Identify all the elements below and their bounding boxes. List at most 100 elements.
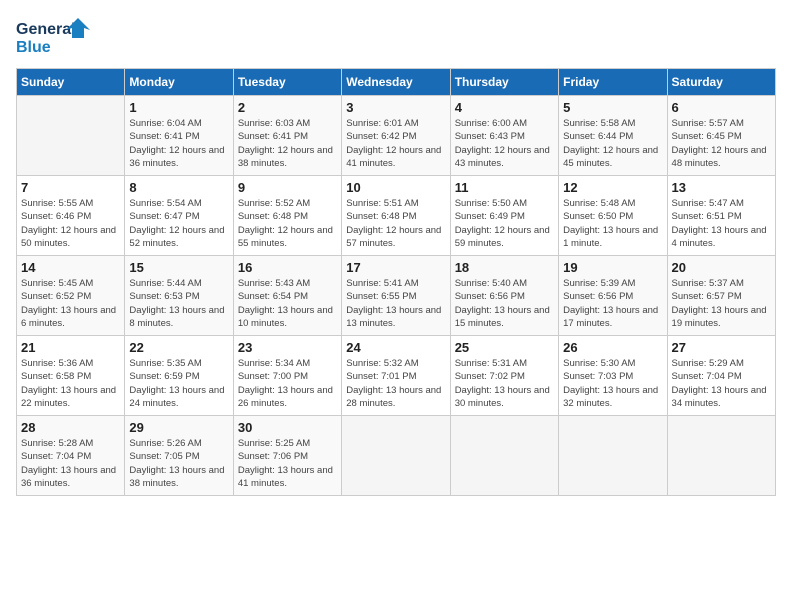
day-number: 27 <box>672 340 771 355</box>
day-detail: Sunrise: 6:00 AMSunset: 6:43 PMDaylight:… <box>455 117 554 170</box>
day-detail: Sunrise: 5:47 AMSunset: 6:51 PMDaylight:… <box>672 197 771 250</box>
day-cell <box>450 416 558 496</box>
day-number: 1 <box>129 100 228 115</box>
day-cell: 13 Sunrise: 5:47 AMSunset: 6:51 PMDayligh… <box>667 176 775 256</box>
day-cell: 19 Sunrise: 5:39 AMSunset: 6:56 PMDayligh… <box>559 256 667 336</box>
day-cell: 22 Sunrise: 5:35 AMSunset: 6:59 PMDayligh… <box>125 336 233 416</box>
day-detail: Sunrise: 5:43 AMSunset: 6:54 PMDaylight:… <box>238 277 337 330</box>
day-number: 4 <box>455 100 554 115</box>
week-row-4: 21 Sunrise: 5:36 AMSunset: 6:58 PMDayligh… <box>17 336 776 416</box>
day-number: 29 <box>129 420 228 435</box>
day-number: 5 <box>563 100 662 115</box>
week-row-2: 7 Sunrise: 5:55 AMSunset: 6:46 PMDaylight… <box>17 176 776 256</box>
day-cell: 11 Sunrise: 5:50 AMSunset: 6:49 PMDayligh… <box>450 176 558 256</box>
day-cell: 15 Sunrise: 5:44 AMSunset: 6:53 PMDayligh… <box>125 256 233 336</box>
day-detail: Sunrise: 5:54 AMSunset: 6:47 PMDaylight:… <box>129 197 228 250</box>
day-number: 24 <box>346 340 445 355</box>
day-cell: 20 Sunrise: 5:37 AMSunset: 6:57 PMDayligh… <box>667 256 775 336</box>
day-number: 23 <box>238 340 337 355</box>
header: GeneralBlue <box>16 16 776 58</box>
day-cell <box>17 96 125 176</box>
day-number: 22 <box>129 340 228 355</box>
day-number: 7 <box>21 180 120 195</box>
day-number: 12 <box>563 180 662 195</box>
day-number: 18 <box>455 260 554 275</box>
day-cell: 9 Sunrise: 5:52 AMSunset: 6:48 PMDaylight… <box>233 176 341 256</box>
day-number: 21 <box>21 340 120 355</box>
day-detail: Sunrise: 5:30 AMSunset: 7:03 PMDaylight:… <box>563 357 662 410</box>
day-detail: Sunrise: 5:25 AMSunset: 7:06 PMDaylight:… <box>238 437 337 490</box>
svg-text:Blue: Blue <box>16 39 51 56</box>
column-header-wednesday: Wednesday <box>342 69 450 96</box>
day-detail: Sunrise: 5:51 AMSunset: 6:48 PMDaylight:… <box>346 197 445 250</box>
day-detail: Sunrise: 6:04 AMSunset: 6:41 PMDaylight:… <box>129 117 228 170</box>
day-detail: Sunrise: 5:39 AMSunset: 6:56 PMDaylight:… <box>563 277 662 330</box>
day-cell: 23 Sunrise: 5:34 AMSunset: 7:00 PMDayligh… <box>233 336 341 416</box>
day-cell: 21 Sunrise: 5:36 AMSunset: 6:58 PMDayligh… <box>17 336 125 416</box>
column-header-sunday: Sunday <box>17 69 125 96</box>
day-number: 30 <box>238 420 337 435</box>
day-number: 25 <box>455 340 554 355</box>
day-cell: 30 Sunrise: 5:25 AMSunset: 7:06 PMDayligh… <box>233 416 341 496</box>
day-detail: Sunrise: 5:29 AMSunset: 7:04 PMDaylight:… <box>672 357 771 410</box>
day-number: 15 <box>129 260 228 275</box>
day-detail: Sunrise: 5:28 AMSunset: 7:04 PMDaylight:… <box>21 437 120 490</box>
week-row-3: 14 Sunrise: 5:45 AMSunset: 6:52 PMDayligh… <box>17 256 776 336</box>
day-cell: 3Sunrise: 6:01 AMSunset: 6:42 PMDaylight… <box>342 96 450 176</box>
day-cell: 26 Sunrise: 5:30 AMSunset: 7:03 PMDayligh… <box>559 336 667 416</box>
day-number: 11 <box>455 180 554 195</box>
day-cell: 17 Sunrise: 5:41 AMSunset: 6:55 PMDayligh… <box>342 256 450 336</box>
day-cell: 28 Sunrise: 5:28 AMSunset: 7:04 PMDayligh… <box>17 416 125 496</box>
logo: GeneralBlue <box>16 16 96 58</box>
day-detail: Sunrise: 5:58 AMSunset: 6:44 PMDaylight:… <box>563 117 662 170</box>
day-detail: Sunrise: 5:36 AMSunset: 6:58 PMDaylight:… <box>21 357 120 410</box>
day-number: 8 <box>129 180 228 195</box>
column-header-thursday: Thursday <box>450 69 558 96</box>
day-cell <box>342 416 450 496</box>
day-cell: 8 Sunrise: 5:54 AMSunset: 6:47 PMDaylight… <box>125 176 233 256</box>
day-number: 9 <box>238 180 337 195</box>
day-cell: 27 Sunrise: 5:29 AMSunset: 7:04 PMDayligh… <box>667 336 775 416</box>
day-number: 26 <box>563 340 662 355</box>
day-number: 17 <box>346 260 445 275</box>
day-number: 16 <box>238 260 337 275</box>
day-detail: Sunrise: 5:37 AMSunset: 6:57 PMDaylight:… <box>672 277 771 330</box>
day-detail: Sunrise: 6:01 AMSunset: 6:42 PMDaylight:… <box>346 117 445 170</box>
day-number: 2 <box>238 100 337 115</box>
day-number: 28 <box>21 420 120 435</box>
day-number: 13 <box>672 180 771 195</box>
day-number: 20 <box>672 260 771 275</box>
header-row: SundayMondayTuesdayWednesdayThursdayFrid… <box>17 69 776 96</box>
day-cell: 6 Sunrise: 5:57 AMSunset: 6:45 PMDaylight… <box>667 96 775 176</box>
day-detail: Sunrise: 5:57 AMSunset: 6:45 PMDaylight:… <box>672 117 771 170</box>
column-header-saturday: Saturday <box>667 69 775 96</box>
day-detail: Sunrise: 5:45 AMSunset: 6:52 PMDaylight:… <box>21 277 120 330</box>
day-cell: 24Sunrise: 5:32 AMSunset: 7:01 PMDayligh… <box>342 336 450 416</box>
day-cell <box>559 416 667 496</box>
day-detail: Sunrise: 5:41 AMSunset: 6:55 PMDaylight:… <box>346 277 445 330</box>
day-detail: Sunrise: 5:52 AMSunset: 6:48 PMDaylight:… <box>238 197 337 250</box>
day-detail: Sunrise: 5:44 AMSunset: 6:53 PMDaylight:… <box>129 277 228 330</box>
calendar-table: SundayMondayTuesdayWednesdayThursdayFrid… <box>16 68 776 496</box>
day-cell: 7 Sunrise: 5:55 AMSunset: 6:46 PMDaylight… <box>17 176 125 256</box>
day-detail: Sunrise: 5:50 AMSunset: 6:49 PMDaylight:… <box>455 197 554 250</box>
day-number: 14 <box>21 260 120 275</box>
day-number: 10 <box>346 180 445 195</box>
day-cell: 16 Sunrise: 5:43 AMSunset: 6:54 PMDayligh… <box>233 256 341 336</box>
day-detail: Sunrise: 5:35 AMSunset: 6:59 PMDaylight:… <box>129 357 228 410</box>
day-number: 19 <box>563 260 662 275</box>
day-cell: 2Sunrise: 6:03 AMSunset: 6:41 PMDaylight… <box>233 96 341 176</box>
column-header-friday: Friday <box>559 69 667 96</box>
day-detail: Sunrise: 5:48 AMSunset: 6:50 PMDaylight:… <box>563 197 662 250</box>
day-detail: Sunrise: 5:55 AMSunset: 6:46 PMDaylight:… <box>21 197 120 250</box>
day-cell: 10 Sunrise: 5:51 AMSunset: 6:48 PMDayligh… <box>342 176 450 256</box>
day-cell: 25Sunrise: 5:31 AMSunset: 7:02 PMDayligh… <box>450 336 558 416</box>
day-cell: 1 Sunrise: 6:04 AMSunset: 6:41 PMDaylight… <box>125 96 233 176</box>
day-cell <box>667 416 775 496</box>
day-detail: Sunrise: 5:26 AMSunset: 7:05 PMDaylight:… <box>129 437 228 490</box>
day-detail: Sunrise: 5:34 AMSunset: 7:00 PMDaylight:… <box>238 357 337 410</box>
day-number: 6 <box>672 100 771 115</box>
column-header-tuesday: Tuesday <box>233 69 341 96</box>
day-cell: 29 Sunrise: 5:26 AMSunset: 7:05 PMDayligh… <box>125 416 233 496</box>
week-row-5: 28 Sunrise: 5:28 AMSunset: 7:04 PMDayligh… <box>17 416 776 496</box>
